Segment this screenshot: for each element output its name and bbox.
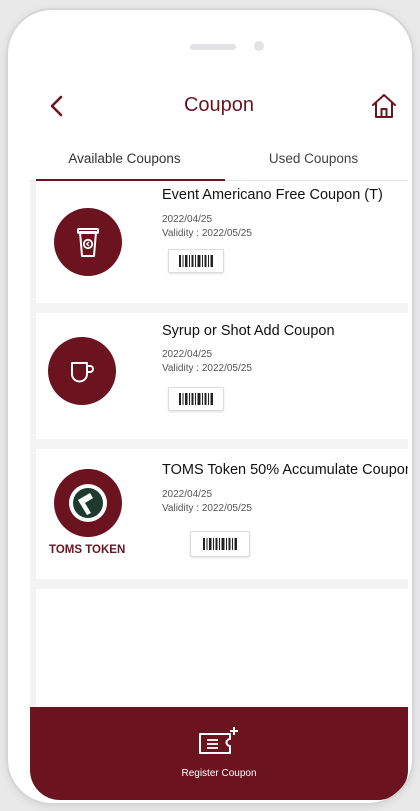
tab-label: Available Coupons	[68, 150, 181, 166]
coupon-validity: Validity : 2022/05/25	[162, 503, 252, 514]
coupon-card[interactable]: TOMS TOKEN TOMS Token 50% Accumulate Cou…	[36, 449, 408, 579]
ticket-add-icon	[199, 727, 238, 754]
tab-used-coupons[interactable]: Used Coupons	[219, 136, 408, 180]
tab-available-coupons[interactable]: Available Coupons	[30, 136, 219, 180]
top-bar: Coupon	[30, 78, 408, 136]
coupon-image	[48, 337, 116, 405]
speaker-grille	[190, 44, 236, 50]
coupon-validity: Validity : 2022/05/25	[162, 363, 252, 374]
barcode-button[interactable]	[190, 531, 250, 557]
toms-token-logo	[54, 469, 122, 537]
coupon-title: TOMS Token 50% Accumulate Coupon	[162, 462, 408, 478]
coupon-card[interactable]: Event Americano Free Coupon (T) 2022/04/…	[36, 181, 408, 303]
coupon-tabs: Available Coupons Used Coupons	[30, 136, 408, 181]
mug-icon	[71, 362, 94, 383]
tab-label: Used Coupons	[268, 150, 359, 166]
register-coupon-button[interactable]: Register Coupon	[30, 707, 408, 800]
coupon-date: 2022/04/25	[162, 349, 213, 360]
empty-list-area	[36, 589, 408, 707]
page-title: Coupon	[183, 94, 255, 116]
app-screen: Coupon Available Coupons Used Coupons Ev…	[30, 78, 408, 800]
barcode-icon	[179, 393, 213, 405]
barcode-icon	[179, 255, 213, 267]
coupon-validity: Validity : 2022/05/25	[162, 228, 252, 239]
coupon-image	[54, 208, 122, 276]
phone-frame: Coupon Available Coupons Used Coupons Ev…	[8, 10, 412, 803]
barcode-button[interactable]	[168, 387, 224, 411]
coupon-date: 2022/04/25	[162, 214, 213, 225]
coupon-date: 2022/04/25	[162, 489, 213, 500]
register-coupon-label: Register Coupon	[181, 768, 257, 779]
coupon-title: Syrup or Shot Add Coupon	[162, 323, 335, 339]
barcode-icon	[203, 538, 237, 550]
front-camera	[254, 41, 264, 51]
coupon-card[interactable]: Syrup or Shot Add Coupon 2022/04/25 Vali…	[36, 313, 408, 439]
coupon-title: Event Americano Free Coupon (T)	[162, 187, 383, 203]
takeaway-cup-icon	[77, 228, 99, 257]
home-icon	[372, 94, 396, 118]
home-button[interactable]	[370, 92, 398, 120]
barcode-button[interactable]	[168, 249, 224, 273]
toms-token-label: TOMS TOKEN	[49, 544, 126, 556]
